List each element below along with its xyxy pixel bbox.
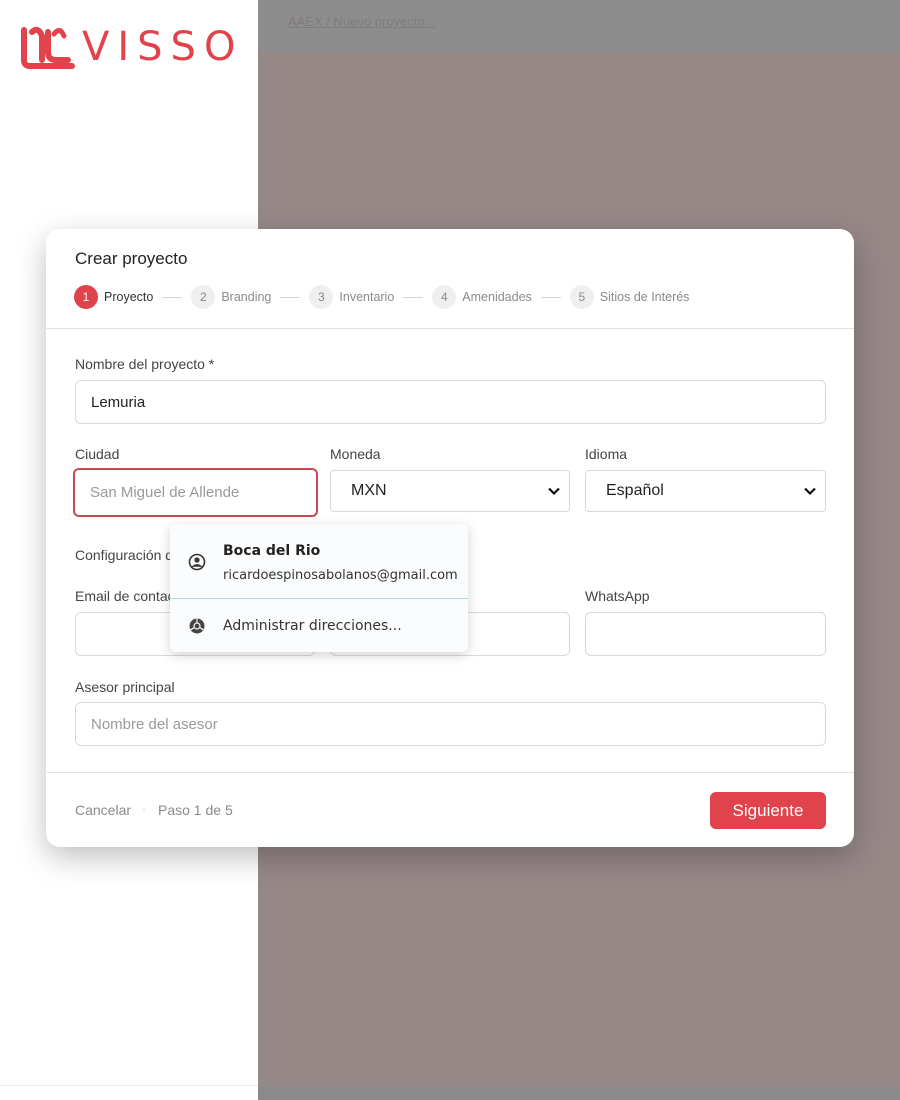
language-label: Idioma	[585, 446, 628, 462]
advisor-label: Asesor principal	[75, 679, 175, 695]
step-number: 1	[74, 285, 98, 309]
step-proyecto[interactable]: 1 Proyecto	[74, 285, 153, 309]
chrome-icon	[189, 618, 205, 634]
step-connector	[162, 296, 183, 298]
autofill-email: ricardoespinosabolanos@gmail.com	[223, 568, 458, 583]
step-label: Inventario	[339, 290, 395, 304]
config-section-label: Configuración de	[75, 547, 181, 563]
autofill-separator	[170, 598, 468, 599]
step-label: Amenidades	[462, 290, 532, 304]
brand-logo[interactable]: VISSO	[18, 22, 243, 72]
project-name-input[interactable]	[75, 380, 826, 424]
next-button[interactable]: Siguiente	[710, 792, 826, 829]
language-value: Español	[606, 482, 664, 499]
manage-addresses-label: Administrar direcciones...	[223, 618, 402, 634]
footer-separator: ·	[142, 802, 146, 816]
step-inventario[interactable]: 3 Inventario	[309, 285, 394, 309]
sidebar-divider	[0, 1085, 258, 1086]
whatsapp-label: WhatsApp	[585, 588, 650, 604]
whatsapp-input[interactable]	[585, 612, 826, 656]
step-connector	[540, 296, 561, 298]
background-bottombar	[258, 1086, 900, 1100]
background-breadcrumb: AAEX / Nuevo proyecto...	[288, 14, 436, 29]
step-number: 2	[191, 285, 216, 309]
advisor-input[interactable]	[75, 702, 826, 746]
step-label: Proyecto	[104, 290, 154, 304]
cancel-button[interactable]: Cancelar	[75, 802, 131, 818]
step-connector	[403, 296, 424, 298]
chevron-down-icon	[804, 487, 816, 496]
stepper: 1 Proyecto 2 Branding 3 Inventario 4 Ame…	[74, 285, 689, 309]
step-indicator: Paso 1 de 5	[158, 802, 233, 818]
step-sitios-de-interes[interactable]: 5 Sitios de Interés	[569, 285, 690, 309]
header-divider	[46, 328, 854, 329]
step-label: Sitios de Interés	[599, 290, 690, 304]
autofill-suggestion[interactable]: Boca del Rio ricardoespinosabolanos@gmai…	[170, 524, 468, 598]
currency-value: MXN	[351, 482, 387, 499]
step-number: 5	[569, 285, 594, 309]
footer-divider	[46, 772, 854, 773]
currency-label: Moneda	[330, 446, 381, 462]
brand-name: VISSO	[82, 24, 244, 70]
autofill-name: Boca del Rio	[223, 543, 321, 559]
city-input[interactable]	[73, 468, 318, 517]
city-label: Ciudad	[75, 446, 120, 462]
chevron-down-icon	[548, 487, 560, 496]
step-connector	[280, 296, 301, 298]
modal-title: Crear proyecto	[75, 249, 188, 268]
autofill-dropdown: Boca del Rio ricardoespinosabolanos@gmai…	[170, 524, 468, 652]
project-name-label: Nombre del proyecto *	[75, 356, 215, 372]
currency-select[interactable]: MXN	[330, 470, 570, 512]
step-branding[interactable]: 2 Branding	[191, 285, 271, 309]
visso-logo-mark-icon	[21, 26, 75, 69]
step-label: Branding	[221, 290, 272, 304]
background-topbar: AAEX / Nuevo proyecto...	[258, 0, 900, 52]
step-number: 4	[432, 285, 457, 309]
language-select[interactable]: Español	[585, 470, 826, 512]
step-number: 3	[309, 285, 334, 309]
account-circle-icon	[188, 553, 206, 571]
step-amenidades[interactable]: 4 Amenidades	[432, 285, 532, 309]
